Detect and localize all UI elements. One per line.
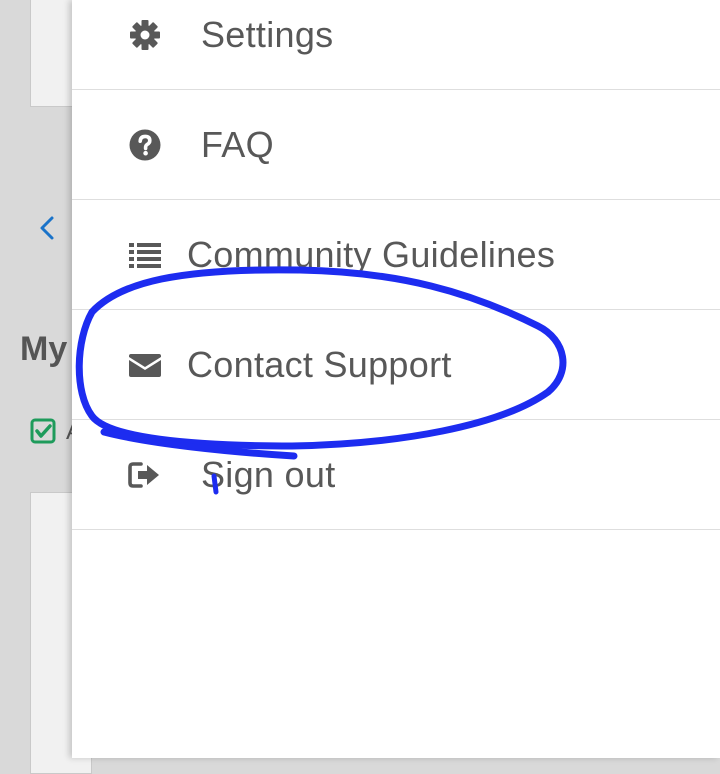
side-drawer-menu: Settings FAQ Community Guidelines Contac… [72,0,720,758]
page-heading-partial: My [20,330,68,368]
gear-icon [128,18,162,52]
list-icon [128,238,162,272]
checkbox-checked-icon[interactable] [30,418,56,444]
menu-item-label: Settings [201,13,334,55]
menu-item-label: Sign out [201,453,336,495]
menu-item-contact-support[interactable]: Contact Support [72,310,720,420]
question-circle-icon [128,128,162,162]
menu-item-sign-out[interactable]: Sign out [72,420,720,530]
menu-item-label: FAQ [201,123,274,165]
sign-out-icon [128,458,162,492]
menu-item-faq[interactable]: FAQ [72,90,720,200]
menu-item-label: Contact Support [187,343,452,385]
envelope-icon [128,348,162,382]
menu-item-settings[interactable]: Settings [72,0,720,90]
back-chevron-icon[interactable] [36,210,60,246]
menu-item-label: Community Guidelines [187,233,556,275]
menu-item-community-guidelines[interactable]: Community Guidelines [72,200,720,310]
